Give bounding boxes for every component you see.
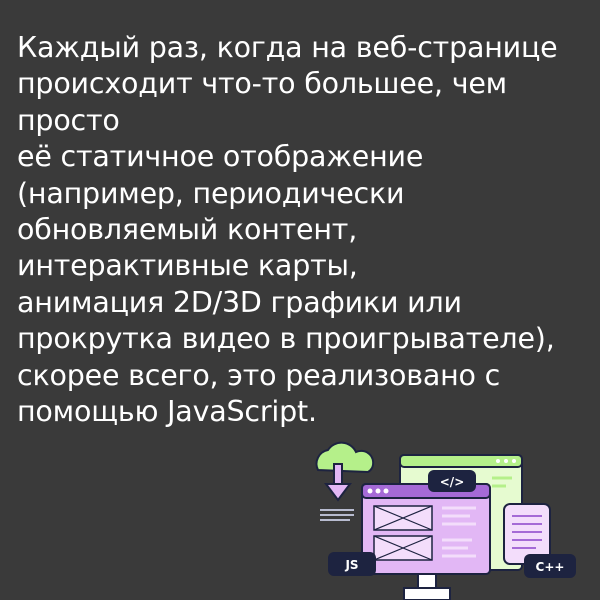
paragraph-line: прокрутка видео в проигрывателе), — [17, 322, 555, 356]
paragraph-line: (например, периодически — [17, 176, 405, 210]
cpp-badge: C++ — [524, 554, 576, 578]
paragraph-line: Каждый раз, когда на веб-странице — [17, 31, 558, 64]
paragraph-line: обновляемый контент, — [17, 213, 358, 247]
code-tag-label: </> — [440, 475, 465, 489]
paragraph-line: помощью JavaScript. — [17, 395, 317, 429]
paragraph-line: происходит что-то большее, чем — [17, 67, 507, 101]
coding-illustration: </> JS C++ — [300, 440, 600, 600]
paragraph-line: её статичное отображение — [17, 140, 424, 174]
paragraph-line: скорее всего, это реализовано с — [17, 358, 501, 392]
browser-window — [361, 483, 491, 575]
js-badge: JS — [328, 552, 376, 576]
cpp-badge-label: C++ — [536, 560, 565, 574]
js-badge-label: JS — [344, 558, 358, 572]
paragraph-line: интерактивные карты, — [17, 249, 358, 283]
paragraph-line: просто — [17, 103, 120, 137]
paragraph-line: анимация 2D/3D графики или — [17, 285, 462, 319]
main-paragraph: Каждый раз, когда на веб-странице происх… — [17, 30, 587, 430]
code-tag-badge: </> — [428, 470, 476, 492]
